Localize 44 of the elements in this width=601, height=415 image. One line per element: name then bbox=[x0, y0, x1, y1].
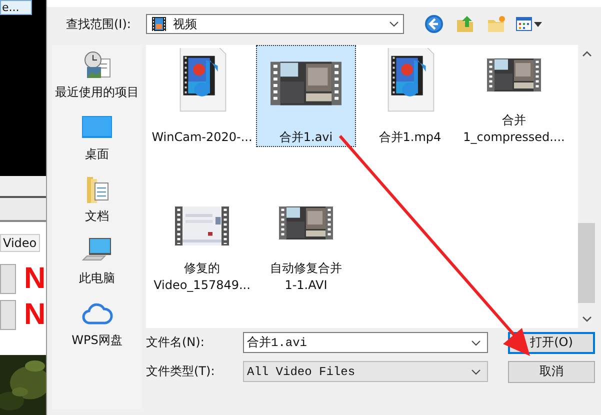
file-type-label: 文件类型(T): bbox=[146, 363, 216, 380]
file-name-field[interactable]: 合并1.avi bbox=[243, 332, 488, 353]
file-item[interactable]: 合并1.mp4 bbox=[360, 45, 460, 147]
place-item[interactable]: WPS网盘 bbox=[72, 298, 122, 360]
caret-icon[interactable] bbox=[534, 22, 542, 26]
location-dropdown[interactable]: 视频 bbox=[146, 14, 404, 34]
background-box bbox=[0, 300, 16, 330]
file-name: 1_compressed.... bbox=[463, 129, 565, 146]
film-icon bbox=[151, 16, 167, 32]
place-item[interactable]: 此电脑 bbox=[79, 236, 115, 298]
scroll-thumb[interactable] bbox=[578, 223, 595, 303]
place-item[interactable]: 桌面 bbox=[81, 112, 113, 174]
back-icon[interactable] bbox=[424, 14, 444, 34]
file-type-dropdown[interactable]: All Video Files bbox=[243, 361, 488, 382]
chevron-down-icon bbox=[471, 368, 481, 374]
place-item[interactable]: 文档 bbox=[81, 174, 113, 236]
file-item[interactable]: WinCam-2020-... bbox=[152, 45, 252, 147]
file-name: 1-1.AVI bbox=[284, 277, 328, 294]
cancel-button[interactable]: 取消 bbox=[508, 360, 595, 382]
marker-letter: N bbox=[24, 264, 46, 294]
file-name: WinCam-2020-... bbox=[152, 129, 252, 146]
file-name: Video_157849... bbox=[154, 277, 250, 294]
background-tab[interactable]: Video bbox=[0, 234, 40, 252]
file-item[interactable]: 合并 1_compressed.... bbox=[464, 45, 564, 147]
up-folder-icon[interactable] bbox=[455, 14, 475, 34]
background-box bbox=[0, 264, 16, 294]
file-item[interactable]: 修复的 Video_157849... bbox=[152, 193, 252, 295]
background-button[interactable]: e... bbox=[0, 0, 32, 15]
file-item[interactable]: 自动修复合并 1-1.AVI bbox=[256, 193, 356, 295]
place-item[interactable]: 最近使用的项目 bbox=[55, 50, 139, 112]
file-name-label: 文件名(N): bbox=[146, 334, 206, 351]
file-item[interactable]: 合并1.avi bbox=[256, 45, 356, 147]
file-name: 合并1.avi bbox=[279, 129, 333, 146]
marker-letter: N bbox=[24, 300, 46, 330]
scroll-down-icon[interactable] bbox=[582, 316, 592, 322]
view-icon[interactable] bbox=[516, 17, 532, 31]
scroll-up-icon[interactable] bbox=[582, 51, 592, 57]
chevron-down-icon bbox=[389, 21, 399, 27]
file-name: 自动修复合并 bbox=[270, 260, 342, 277]
file-name: 合并 bbox=[502, 112, 526, 129]
chevron-down-icon bbox=[471, 340, 481, 346]
file-name: 合并1.mp4 bbox=[378, 129, 442, 146]
look-in-label: 查找范围(I): bbox=[66, 16, 132, 32]
file-name: 修复的 bbox=[184, 260, 220, 277]
